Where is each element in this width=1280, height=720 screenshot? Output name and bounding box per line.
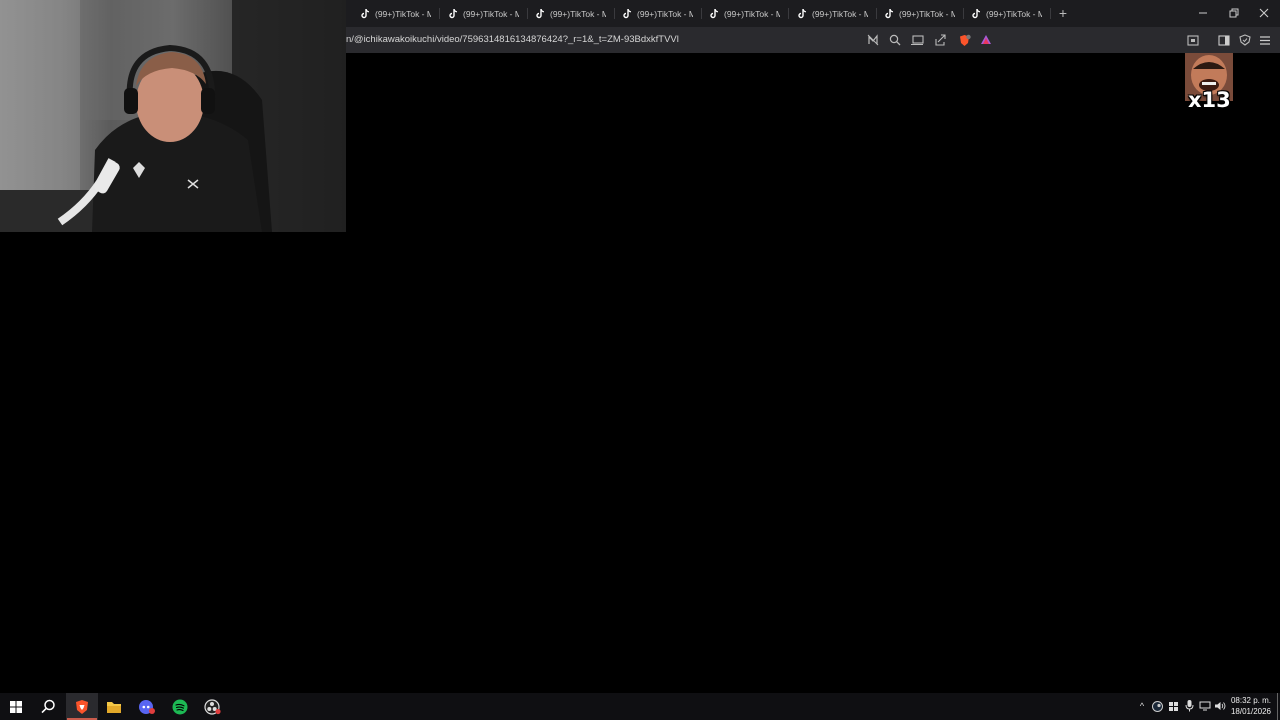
brave-rewards-icon[interactable]	[979, 33, 993, 47]
tiktok-icon	[360, 8, 370, 19]
search-icon[interactable]	[32, 693, 64, 720]
brave-shields-icon[interactable]	[957, 33, 971, 47]
tiktok-icon	[622, 8, 632, 19]
browser-tab[interactable]: (99+)TikTok - M	[884, 4, 964, 23]
emote-count: x13	[1188, 88, 1231, 112]
zoom-icon[interactable]	[888, 33, 902, 47]
browser-tab[interactable]: (99+)TikTok - M	[448, 4, 528, 23]
discord-icon[interactable]	[131, 693, 163, 720]
brave-browser-icon[interactable]	[66, 693, 98, 720]
menu-icon[interactable]	[1258, 33, 1272, 47]
share-icon[interactable]	[933, 33, 947, 47]
start-icon[interactable]	[0, 693, 32, 720]
browser-tab[interactable]: (99+)TikTok - M	[360, 4, 440, 23]
show-desktop-button[interactable]	[1277, 693, 1278, 720]
clock-time: 08:32 p. m.	[1230, 696, 1272, 705]
tiktok-icon	[797, 8, 807, 19]
restore-button[interactable]	[1220, 4, 1248, 22]
steam-icon[interactable]	[1151, 699, 1163, 713]
browser-tab[interactable]: (99+)TikTok - M	[622, 4, 702, 23]
display-icon[interactable]	[1199, 699, 1211, 713]
minimize-button[interactable]	[1189, 4, 1217, 22]
taskbar-clock[interactable]: 08:32 p. m. 18/01/2026	[1226, 695, 1276, 717]
microphone-icon[interactable]	[1183, 699, 1195, 713]
tiktok-icon	[971, 8, 981, 19]
tiktok-icon	[709, 8, 719, 19]
webcam-picture	[0, 0, 346, 232]
spotify-icon[interactable]	[164, 693, 196, 720]
tab-label: (99+)TikTok - M	[637, 8, 693, 19]
tiktok-icon	[535, 8, 545, 19]
address-bar[interactable]: n/@ichikawakoikuchi/video/75963148161348…	[346, 34, 679, 45]
tab-label: (99+)TikTok - M	[463, 8, 519, 19]
network-share-icon[interactable]	[1167, 699, 1179, 713]
tiktok-icon	[884, 8, 894, 19]
new-tab-button[interactable]: +	[1056, 5, 1070, 21]
tab-label: (99+)TikTok - M	[986, 8, 1042, 19]
tab-label: (99+)TikTok - M	[899, 8, 955, 19]
volume-icon[interactable]	[1214, 699, 1226, 713]
reader-mode-off-icon[interactable]	[866, 33, 880, 47]
tiktok-icon	[448, 8, 458, 19]
tab-label: (99+)TikTok - M	[724, 8, 780, 19]
browser-tab[interactable]: (99+)TikTok - M	[535, 4, 615, 23]
screenshot-icon[interactable]	[1186, 33, 1200, 47]
tab-label: (99+)TikTok - M	[375, 8, 431, 19]
tab-label: (99+)TikTok - M	[812, 8, 868, 19]
webcam-overlay	[0, 0, 346, 232]
browser-tab[interactable]: (99+)TikTok - M	[709, 4, 789, 23]
tray-overflow-chevron[interactable]: ^	[1136, 699, 1148, 713]
browser-tab[interactable]: (99+)TikTok - M	[797, 4, 877, 23]
clock-date: 18/01/2026	[1230, 707, 1272, 716]
obs-icon[interactable]	[196, 693, 228, 720]
sidebar-icon[interactable]	[1217, 33, 1231, 47]
close-button[interactable]	[1250, 4, 1278, 22]
tab-label: (99+)TikTok - M	[550, 8, 606, 19]
file-explorer-icon[interactable]	[98, 693, 130, 720]
vpn-icon[interactable]	[1238, 33, 1252, 47]
cast-icon[interactable]	[910, 33, 924, 47]
browser-tab[interactable]: (99+)TikTok - M	[971, 4, 1051, 23]
